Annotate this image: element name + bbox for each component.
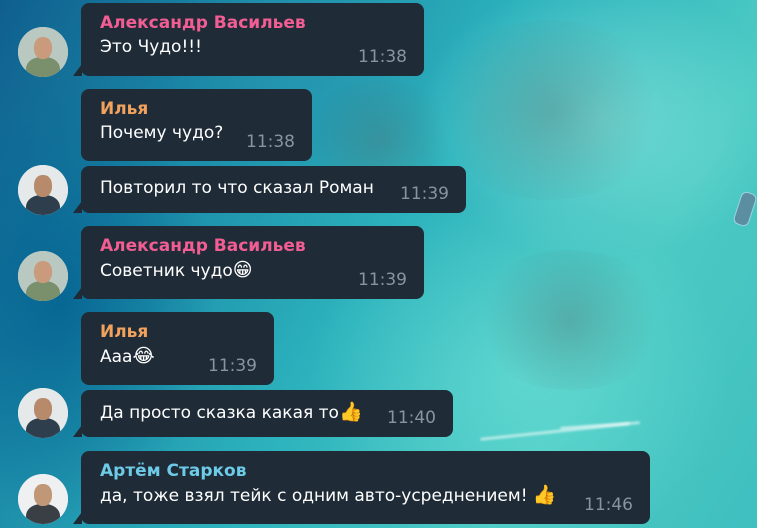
message-bubble[interactable]: Александр Васильев Это Чудо!!! 11:38 (73, 3, 424, 76)
message-text: Повторил то что сказал Роман (100, 178, 374, 198)
message-author[interactable]: Александр Васильев (100, 11, 406, 35)
thumbs-up-icon: 👍 (532, 484, 557, 506)
message-author[interactable]: Артём Старков (100, 459, 632, 483)
message-time: 11:39 (358, 270, 407, 290)
message-text: Да просто сказка какая то (100, 403, 339, 423)
boat-image (732, 190, 757, 228)
message-author[interactable]: Илья (100, 320, 256, 344)
avatar[interactable] (18, 27, 68, 77)
message-text: Ааа (100, 347, 133, 367)
message-author[interactable]: Александр Васильев (100, 234, 406, 258)
avatar[interactable] (18, 251, 68, 301)
message-bubble[interactable]: Илья Ааа😂 11:39 (81, 312, 274, 385)
avatar[interactable] (18, 165, 68, 215)
message-time: 11:39 (208, 356, 257, 376)
thumbs-up-icon: 👍 (338, 401, 363, 423)
grinning-face-icon: 😁 (232, 259, 253, 281)
message-time: 11:38 (246, 132, 295, 152)
message-author[interactable]: Илья (100, 97, 294, 121)
message-bubble[interactable]: Да просто сказка какая то👍 11:40 (73, 390, 453, 437)
message-text: Советник чудо (100, 261, 233, 281)
message-text: да, тоже взял тейк с одним авто-усреднен… (100, 486, 533, 506)
message-time: 11:39 (400, 184, 449, 204)
message-time: 11:40 (387, 408, 436, 428)
message-bubble[interactable]: Илья Почему чудо? 11:38 (81, 89, 312, 161)
tears-of-joy-icon: 😂 (132, 345, 155, 367)
avatar[interactable] (18, 474, 68, 524)
message-bubble[interactable]: Александр Васильев Советник чудо😁 11:39 (73, 226, 424, 299)
message-bubble[interactable]: Артём Старков да, тоже взял тейк с одним… (73, 451, 650, 524)
message-bubble[interactable]: Повторил то что сказал Роман 11:39 (73, 166, 466, 213)
message-time: 11:46 (584, 495, 633, 515)
message-time: 11:38 (358, 47, 407, 67)
avatar[interactable] (18, 388, 68, 438)
